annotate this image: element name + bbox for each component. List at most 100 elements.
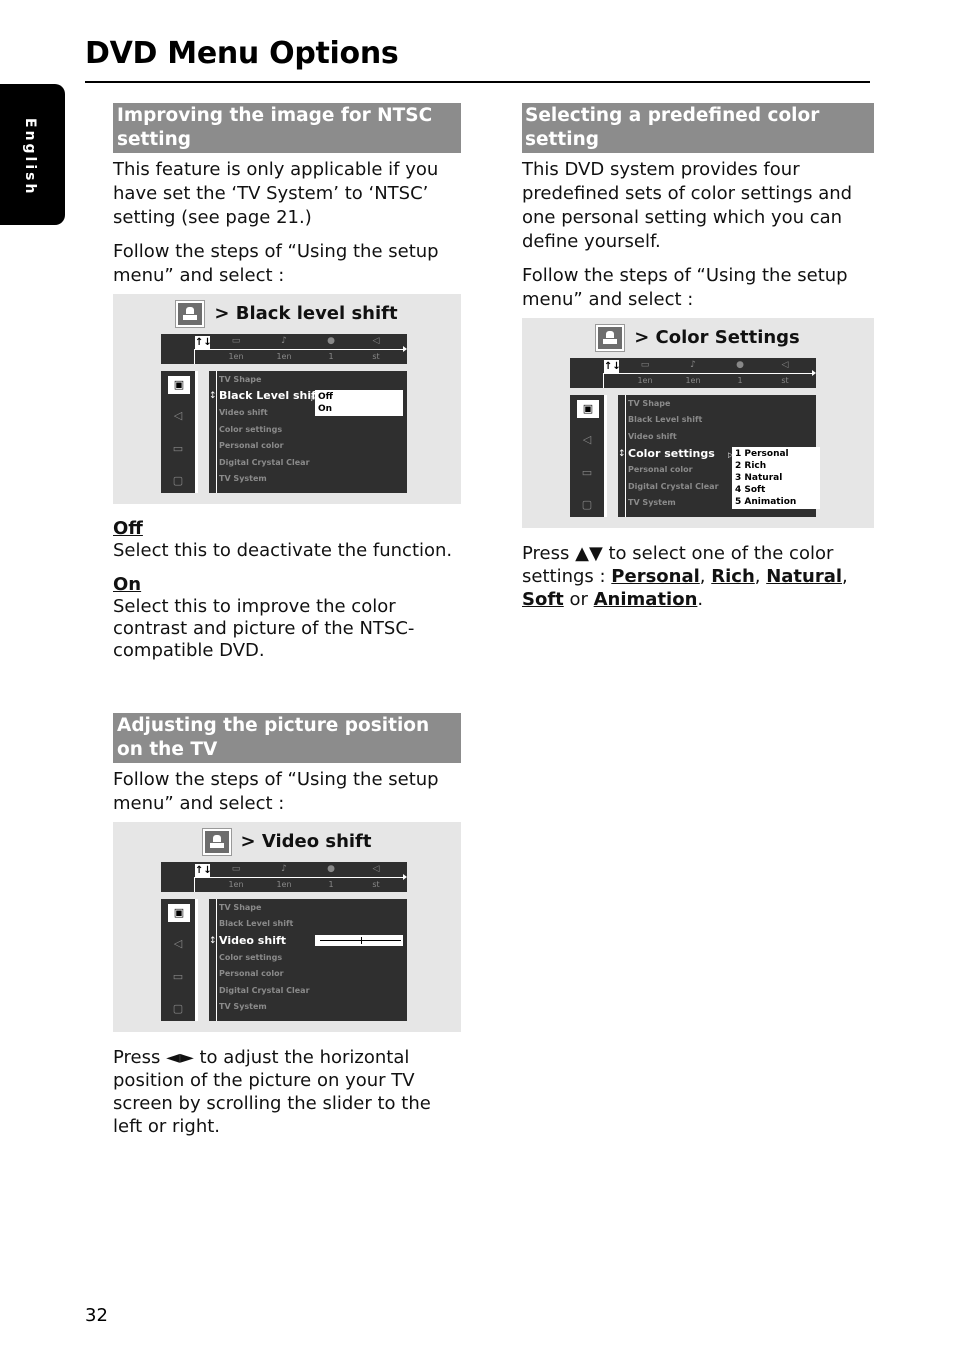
language-tab: English	[0, 84, 65, 225]
menu-item: TV System	[219, 1002, 267, 1011]
top-bar-value: 1en	[685, 376, 701, 385]
term-rich: Rich	[711, 566, 755, 587]
on-description: Select this to improve the color contras…	[113, 596, 415, 661]
menu-screenshot: > Color Settings ↑↓ ▭ ♪ ● ◁ 1en 1en 1 st ▣ ◁ ▭ ▢ TV S…	[522, 318, 874, 528]
title-rule	[85, 81, 870, 83]
speaker-icon: ◁	[781, 360, 789, 370]
top-bar-divider	[603, 373, 604, 388]
menu-item: TV System	[628, 498, 676, 507]
subtitle-icon: ▭	[640, 360, 650, 370]
menu-sidebar: ▣ ◁ ▭ ▢	[161, 899, 198, 1021]
top-bar-divider	[194, 349, 405, 350]
separator: or	[563, 589, 594, 610]
follow-text: Follow the steps of “Using the setup men…	[522, 265, 848, 310]
top-bar-value: st	[372, 880, 380, 889]
page-number: 32	[85, 1305, 108, 1326]
follow-text: Follow the steps of “Using the setup men…	[113, 241, 439, 286]
off-description: Select this to deactivate the function.	[113, 540, 453, 561]
menu-item: TV Shape	[628, 399, 671, 408]
disc-icon: ●	[327, 864, 335, 874]
picture-setup-icon	[201, 828, 232, 856]
pointer-icon: ▷	[728, 451, 734, 459]
menu-screenshot: > Black level shift ↑↓ ▭ ♪ ● ◁ 1en 1en 1 st ▣ ◁ ▭ ▢ T…	[113, 294, 461, 504]
top-bar-divider	[194, 877, 405, 878]
language-tab-label: English	[22, 118, 38, 197]
sidebar-divider	[195, 371, 198, 493]
option-item: 3 Natural	[735, 473, 783, 483]
separator: ,	[842, 566, 848, 587]
setup-icon: ↑↓	[195, 336, 212, 349]
pointer-icon: ▷	[311, 394, 317, 402]
page-title: DVD Menu Options	[85, 36, 399, 71]
menu-item: TV Shape	[219, 375, 262, 384]
menu-item: Color settings	[628, 447, 715, 460]
menu-top-bar: ↑↓ ▭ ♪ ● ◁ 1en 1en 1 st	[161, 862, 407, 892]
option-item: 4 Soft	[735, 485, 766, 495]
instruction-text: Press ▲▼ to select one of the color sett…	[522, 542, 874, 611]
top-bar-divider	[194, 349, 195, 364]
up-down-cursor-icon: ↕	[209, 936, 217, 946]
menu-sidebar: ▣ ◁ ▭ ▢	[161, 371, 198, 493]
sound-icon: ◁	[173, 409, 183, 422]
menu-list: TV Shape Black Level shift Video shift Colo…	[618, 395, 820, 517]
menu-item: TV Shape	[219, 903, 262, 912]
menu-sidebar: ▣ ◁ ▭ ▢	[570, 395, 607, 517]
intro-text: This DVD system provides four predefined…	[522, 159, 853, 252]
separator: .	[697, 589, 704, 610]
panel-label: > Color Settings	[634, 327, 800, 348]
separator: ,	[699, 566, 712, 587]
menu-item: Video shift	[628, 432, 677, 441]
term-natural: Natural	[766, 566, 843, 587]
menu-list: TV Shape Black Level shift Video shift Colo…	[209, 899, 407, 1021]
picture-setup-icon	[175, 300, 206, 328]
panel-heading: > Black level shift	[113, 300, 461, 328]
option-item: Off	[318, 392, 333, 402]
menu-screenshot: > Video shift ↑↓ ▭ ♪ ● ◁ 1en 1en 1 st ▣ ◁ ▭ ▢ TV Shap…	[113, 822, 461, 1032]
menu-item: Video shift	[219, 408, 268, 417]
speaker-icon: ◁	[372, 864, 380, 874]
term-soft: Soft	[522, 589, 564, 610]
arrow-right-icon	[403, 346, 407, 352]
section-color: Selecting a predefined color setting Thi…	[522, 103, 874, 611]
section-heading: Improving the image for NTSC setting	[113, 103, 461, 153]
menu-top-bar: ↑↓ ▭ ♪ ● ◁ 1en 1en 1 st	[570, 358, 816, 388]
picture-setup-icon	[595, 324, 626, 352]
term-off: Off	[113, 518, 143, 539]
audio-icon: ♪	[690, 360, 696, 370]
subtitle-icon: ▭	[231, 864, 241, 874]
section-heading: Adjusting the picture position on the TV	[113, 713, 461, 763]
instruction-text: Press ◄► to adjust the horizontal positi…	[113, 1047, 431, 1137]
option-item: 1 Personal	[735, 449, 789, 459]
language-icon: ▭	[172, 970, 184, 983]
menu-divider	[216, 899, 217, 1021]
top-bar-value: 1en	[276, 352, 292, 361]
features-icon: ▢	[581, 498, 593, 511]
menu-item: Digital Crystal Clear	[219, 986, 310, 995]
options-popup: ▷ 1 Personal 2 Rich 3 Natural 4 Soft 5 Animat…	[728, 447, 820, 509]
sound-icon: ◁	[173, 937, 183, 950]
disc-icon: ●	[327, 336, 335, 346]
menu-item: Digital Crystal Clear	[219, 458, 310, 467]
top-bar-value: 1	[737, 376, 743, 385]
arrow-right-icon	[812, 370, 816, 376]
setup-icon: ↑↓	[195, 864, 212, 877]
picture-icon: ▣	[168, 376, 190, 394]
menu-item: Black Level shift	[628, 415, 703, 424]
arrow-right-icon	[403, 874, 407, 880]
panel-label: > Video shift	[240, 831, 372, 852]
video-shift-slider	[315, 935, 403, 946]
menu-top-bar: ↑↓ ▭ ♪ ● ◁ 1en 1en 1 st	[161, 334, 407, 364]
section-position: Adjusting the picture position on the TV…	[113, 713, 461, 1138]
audio-icon: ♪	[281, 864, 287, 874]
language-icon: ▭	[172, 442, 184, 455]
features-icon: ▢	[172, 1002, 184, 1015]
menu-item: Video shift	[219, 934, 287, 947]
picture-icon: ▣	[168, 904, 190, 922]
subtitle-icon: ▭	[231, 336, 241, 346]
menu-list: TV Shape Black Level shift Video shift Colo…	[209, 371, 407, 493]
menu-item: Digital Crystal Clear	[628, 482, 719, 491]
separator: ,	[754, 566, 767, 587]
term-personal: Personal	[611, 566, 700, 587]
features-icon: ▢	[172, 474, 184, 487]
panel-heading: > Color Settings	[522, 324, 874, 352]
